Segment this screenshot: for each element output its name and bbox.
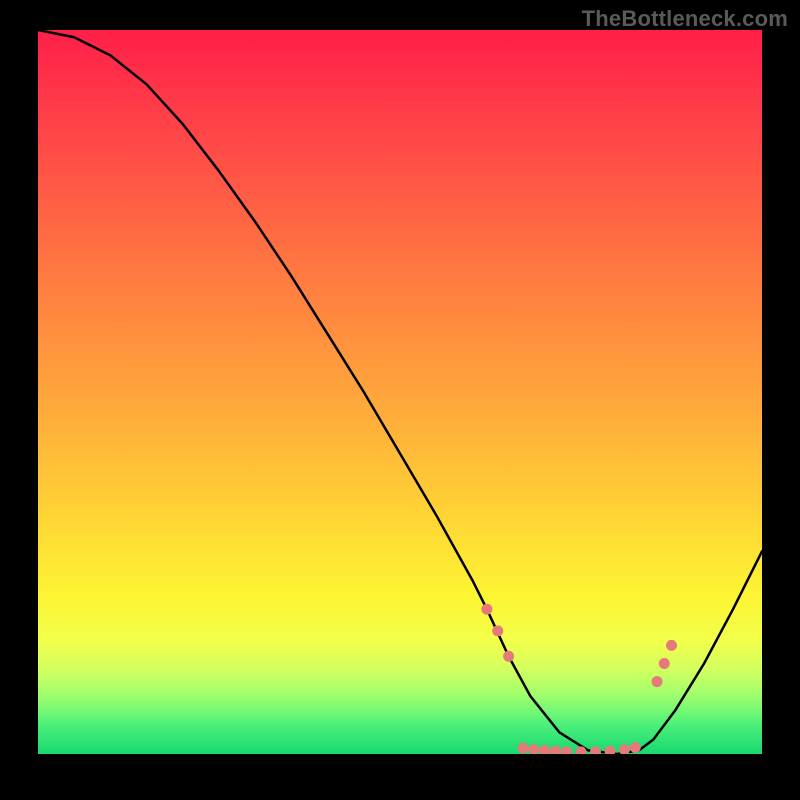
plot-area bbox=[38, 30, 762, 754]
watermark-text: TheBottleneck.com bbox=[582, 6, 788, 32]
chart-frame: TheBottleneck.com bbox=[0, 0, 800, 800]
